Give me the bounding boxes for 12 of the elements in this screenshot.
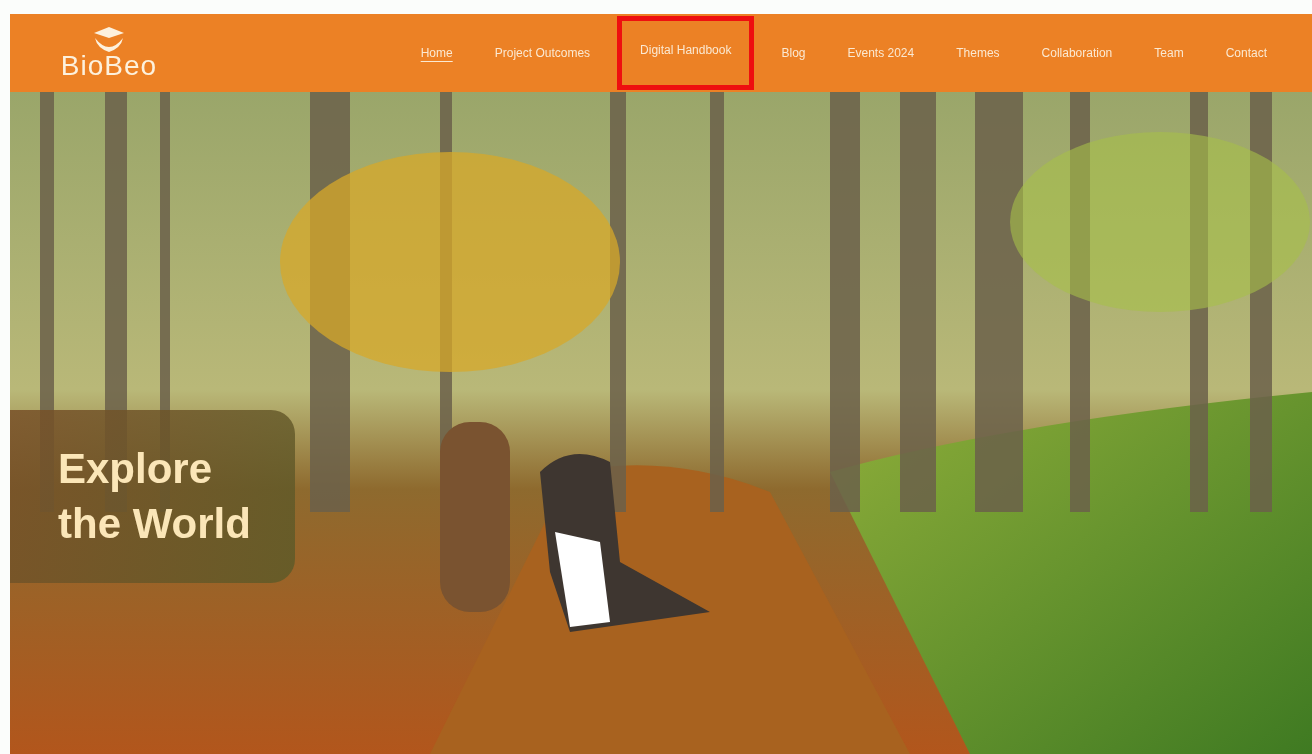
nav-link[interactable]: Blog [766,13,821,93]
nav-link[interactable]: Themes [941,13,1015,93]
nav-link[interactable]: Contact [1210,13,1282,93]
nav-link[interactable]: Collaboration [1026,13,1128,93]
logo-text[interactable]: BioBeo [60,52,158,80]
nav-link[interactable]: Project Outcomes [479,13,606,93]
nav-link[interactable]: Home [405,13,468,93]
hero-heading: Explore [58,443,214,494]
hero-heading: the World [58,498,252,549]
nav-link[interactable]: Team [1139,13,1199,93]
nav-link[interactable]: Digital Handbook [617,16,755,90]
nav-link[interactable]: Events 2024 [832,13,930,93]
